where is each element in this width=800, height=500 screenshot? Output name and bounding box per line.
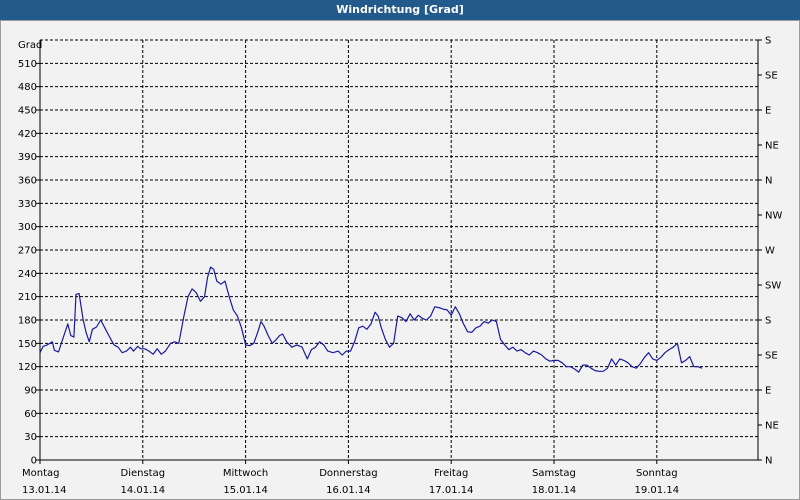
- grid-lines: [40, 39, 758, 460]
- compass-label: NW: [765, 211, 782, 222]
- compass-label: S: [765, 316, 771, 327]
- y-tick-label: 510: [18, 59, 37, 70]
- compass-label: E: [765, 386, 771, 397]
- day-date-label: 19.01.14: [635, 485, 680, 496]
- wind-direction-chart: 0 30 60 90 120 150 180 210 240 270 300 330 360 390 420…: [18, 36, 783, 497]
- day-date-label: 17.01.14: [429, 485, 474, 496]
- day-date-label: 14.01.14: [121, 485, 166, 496]
- day-date-label: 16.01.14: [326, 485, 371, 496]
- y-tick-label: 330: [18, 199, 37, 210]
- y-tick-label: 270: [18, 246, 37, 257]
- y-tick-label: 60: [24, 409, 37, 420]
- compass-label: N: [765, 456, 772, 467]
- y-tick-label: 360: [18, 176, 37, 187]
- y-tick-label: 420: [18, 129, 37, 140]
- y-tick-label: 450: [18, 106, 37, 117]
- y-tick-label: 0: [31, 456, 37, 467]
- y-axis-title: Grad: [18, 40, 42, 51]
- compass-label: W: [765, 246, 775, 257]
- day-name-label: Freitag: [434, 468, 468, 479]
- axis-labels: 0 30 60 90 120 150 180 210 240 270 300 330 360 390 420…: [18, 36, 783, 497]
- day-name-label: Mittwoch: [223, 468, 268, 479]
- axes: [36, 39, 762, 464]
- y-tick-label: 480: [18, 82, 37, 93]
- y-tick-label: 240: [18, 269, 37, 280]
- compass-label: E: [765, 106, 771, 117]
- y-tick-label: 150: [18, 339, 37, 350]
- day-name-label: Donnerstag: [319, 468, 377, 479]
- y-tick-label: 120: [18, 362, 37, 373]
- compass-label: N: [765, 176, 772, 187]
- compass-label: SE: [765, 351, 778, 362]
- y-tick-label: 390: [18, 152, 37, 163]
- compass-label: SE: [765, 71, 778, 82]
- compass-label: S: [765, 36, 771, 47]
- day-name-label: Montag: [22, 468, 59, 479]
- day-date-label: 18.01.14: [532, 485, 577, 496]
- day-name-label: Sonntag: [636, 468, 678, 479]
- day-date-label: 15.01.14: [223, 485, 268, 496]
- compass-label: NE: [765, 141, 779, 152]
- y-tick-label: 30: [24, 432, 37, 443]
- y-tick-label: 300: [18, 222, 37, 233]
- compass-label: SW: [765, 281, 781, 292]
- day-date-label: 13.01.14: [22, 485, 67, 496]
- day-name-label: Samstag: [532, 468, 576, 479]
- day-name-label: Dienstag: [121, 468, 166, 479]
- compass-label: NE: [765, 421, 779, 432]
- y-tick-label: 90: [24, 386, 37, 397]
- y-tick-label: 180: [18, 316, 37, 327]
- y-tick-label: 210: [18, 292, 37, 303]
